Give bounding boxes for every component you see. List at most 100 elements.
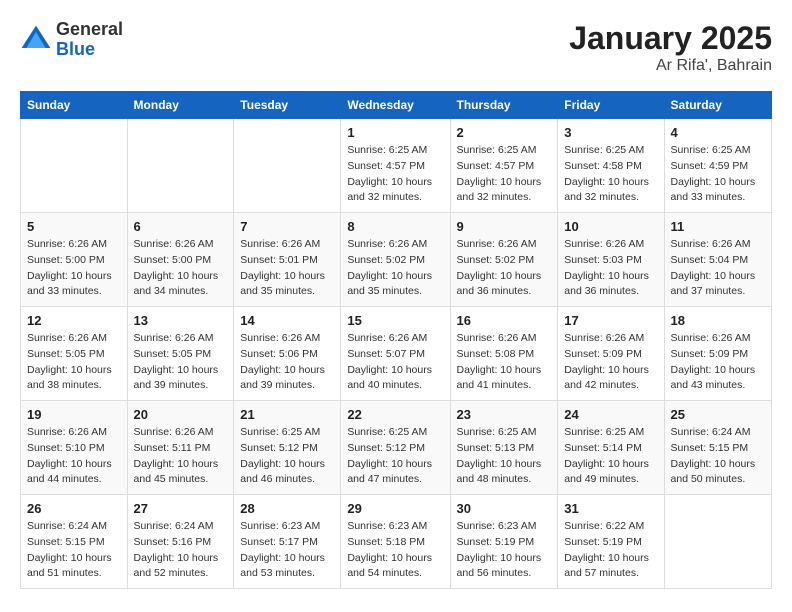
- day-info: Sunrise: 6:25 AM Sunset: 5:12 PM Dayligh…: [240, 425, 334, 488]
- table-row: 5 Sunrise: 6:26 AM Sunset: 5:00 PM Daylig…: [21, 213, 128, 307]
- day-number: 1: [347, 125, 443, 140]
- table-row: 10 Sunrise: 6:26 AM Sunset: 5:03 PM Dayli…: [558, 213, 664, 307]
- table-row: 9 Sunrise: 6:26 AM Sunset: 5:02 PM Daylig…: [450, 213, 558, 307]
- table-row: 3 Sunrise: 6:25 AM Sunset: 4:58 PM Daylig…: [558, 119, 664, 213]
- day-info: Sunrise: 6:24 AM Sunset: 5:15 PM Dayligh…: [671, 425, 765, 488]
- table-row: 26Sunrise: 6:24 AM Sunset: 5:15 PM Dayli…: [21, 495, 128, 589]
- day-info: Sunrise: 6:26 AM Sunset: 5:07 PM Dayligh…: [347, 331, 443, 394]
- day-info: Sunrise: 6:26 AM Sunset: 5:02 PM Dayligh…: [347, 237, 443, 300]
- table-row: 6 Sunrise: 6:26 AM Sunset: 5:00 PM Daylig…: [127, 213, 234, 307]
- logo-general: General: [56, 20, 123, 40]
- page-header: General Blue January 2025 Ar Rifa', Bahr…: [20, 20, 772, 75]
- table-row: 20 Sunrise: 6:26 AM Sunset: 5:11 PM Dayli…: [127, 401, 234, 495]
- day-number: 16: [457, 313, 552, 328]
- table-row: 25 Sunrise: 6:24 AM Sunset: 5:15 PM Dayli…: [664, 401, 771, 495]
- day-number: 25: [671, 407, 765, 422]
- day-info: Sunrise: 6:26 AM Sunset: 5:08 PM Dayligh…: [457, 331, 552, 394]
- calendar-header-row: Sunday Monday Tuesday Wednesday Thursday…: [21, 92, 772, 119]
- table-row: [664, 495, 771, 589]
- day-info: Sunrise: 6:26 AM Sunset: 5:02 PM Dayligh…: [457, 237, 552, 300]
- table-row: 8 Sunrise: 6:26 AM Sunset: 5:02 PM Daylig…: [341, 213, 450, 307]
- day-number: 12: [27, 313, 121, 328]
- calendar-week-row: 12 Sunrise: 6:26 AM Sunset: 5:05 PM Dayli…: [21, 307, 772, 401]
- day-number: 19: [27, 407, 121, 422]
- day-number: 3: [564, 125, 657, 140]
- day-number: 21: [240, 407, 334, 422]
- day-number: 29: [347, 501, 443, 516]
- day-number: 31: [564, 501, 657, 516]
- table-row: 21 Sunrise: 6:25 AM Sunset: 5:12 PM Dayli…: [234, 401, 341, 495]
- table-row: 2Sunrise: 6:25 AM Sunset: 4:57 PM Daylig…: [450, 119, 558, 213]
- day-info: Sunrise: 6:26 AM Sunset: 5:09 PM Dayligh…: [671, 331, 765, 394]
- col-wednesday: Wednesday: [341, 92, 450, 119]
- day-number: 15: [347, 313, 443, 328]
- day-info: Sunrise: 6:26 AM Sunset: 5:00 PM Dayligh…: [134, 237, 228, 300]
- table-row: 16 Sunrise: 6:26 AM Sunset: 5:08 PM Dayli…: [450, 307, 558, 401]
- table-row: 7Sunrise: 6:26 AM Sunset: 5:01 PM Daylig…: [234, 213, 341, 307]
- day-info: Sunrise: 6:25 AM Sunset: 4:58 PM Dayligh…: [564, 143, 657, 206]
- logo-icon: [20, 24, 52, 56]
- table-row: 18 Sunrise: 6:26 AM Sunset: 5:09 PM Dayli…: [664, 307, 771, 401]
- col-tuesday: Tuesday: [234, 92, 341, 119]
- day-info: Sunrise: 6:26 AM Sunset: 5:04 PM Dayligh…: [671, 237, 765, 300]
- table-row: 1 Sunrise: 6:25 AM Sunset: 4:57 PM Daylig…: [341, 119, 450, 213]
- day-info: Sunrise: 6:25 AM Sunset: 5:13 PM Dayligh…: [457, 425, 552, 488]
- table-row: 31 Sunrise: 6:22 AM Sunset: 5:19 PM Dayli…: [558, 495, 664, 589]
- table-row: 12Sunrise: 6:26 AM Sunset: 5:05 PM Dayli…: [21, 307, 128, 401]
- day-info: Sunrise: 6:24 AM Sunset: 5:16 PM Dayligh…: [134, 519, 228, 582]
- day-info: Sunrise: 6:22 AM Sunset: 5:19 PM Dayligh…: [564, 519, 657, 582]
- day-number: 30: [457, 501, 552, 516]
- day-number: 7: [240, 219, 334, 234]
- calendar-title: January 2025: [569, 20, 772, 57]
- day-info: Sunrise: 6:26 AM Sunset: 5:10 PM Dayligh…: [27, 425, 121, 488]
- day-number: 18: [671, 313, 765, 328]
- col-saturday: Saturday: [664, 92, 771, 119]
- day-info: Sunrise: 6:25 AM Sunset: 5:14 PM Dayligh…: [564, 425, 657, 488]
- table-row: 24 Sunrise: 6:25 AM Sunset: 5:14 PM Dayli…: [558, 401, 664, 495]
- table-row: 30 Sunrise: 6:23 AM Sunset: 5:19 PM Dayli…: [450, 495, 558, 589]
- day-number: 6: [134, 219, 228, 234]
- table-row: 19 Sunrise: 6:26 AM Sunset: 5:10 PM Dayli…: [21, 401, 128, 495]
- table-row: 27Sunrise: 6:24 AM Sunset: 5:16 PM Dayli…: [127, 495, 234, 589]
- day-number: 4: [671, 125, 765, 140]
- day-info: Sunrise: 6:26 AM Sunset: 5:11 PM Dayligh…: [134, 425, 228, 488]
- day-info: Sunrise: 6:25 AM Sunset: 4:57 PM Dayligh…: [347, 143, 443, 206]
- day-info: Sunrise: 6:26 AM Sunset: 5:00 PM Dayligh…: [27, 237, 121, 300]
- day-number: 24: [564, 407, 657, 422]
- col-monday: Monday: [127, 92, 234, 119]
- calendar-table: Sunday Monday Tuesday Wednesday Thursday…: [20, 91, 772, 589]
- table-row: 22 Sunrise: 6:25 AM Sunset: 5:12 PM Dayli…: [341, 401, 450, 495]
- day-number: 13: [134, 313, 228, 328]
- calendar-subtitle: Ar Rifa', Bahrain: [569, 57, 772, 75]
- day-info: Sunrise: 6:23 AM Sunset: 5:19 PM Dayligh…: [457, 519, 552, 582]
- calendar-week-row: 19 Sunrise: 6:26 AM Sunset: 5:10 PM Dayli…: [21, 401, 772, 495]
- table-row: 17Sunrise: 6:26 AM Sunset: 5:09 PM Dayli…: [558, 307, 664, 401]
- table-row: 15 Sunrise: 6:26 AM Sunset: 5:07 PM Dayli…: [341, 307, 450, 401]
- title-block: January 2025 Ar Rifa', Bahrain: [569, 20, 772, 75]
- table-row: 13 Sunrise: 6:26 AM Sunset: 5:05 PM Dayli…: [127, 307, 234, 401]
- day-number: 11: [671, 219, 765, 234]
- table-row: 28Sunrise: 6:23 AM Sunset: 5:17 PM Dayli…: [234, 495, 341, 589]
- logo-text: General Blue: [56, 20, 123, 60]
- day-number: 8: [347, 219, 443, 234]
- day-number: 20: [134, 407, 228, 422]
- day-number: 5: [27, 219, 121, 234]
- day-info: Sunrise: 6:25 AM Sunset: 5:12 PM Dayligh…: [347, 425, 443, 488]
- col-sunday: Sunday: [21, 92, 128, 119]
- day-number: 10: [564, 219, 657, 234]
- day-number: 26: [27, 501, 121, 516]
- table-row: 4Sunrise: 6:25 AM Sunset: 4:59 PM Daylig…: [664, 119, 771, 213]
- table-row: 11 Sunrise: 6:26 AM Sunset: 5:04 PM Dayli…: [664, 213, 771, 307]
- day-info: Sunrise: 6:23 AM Sunset: 5:17 PM Dayligh…: [240, 519, 334, 582]
- day-number: 22: [347, 407, 443, 422]
- calendar-week-row: 1 Sunrise: 6:25 AM Sunset: 4:57 PM Daylig…: [21, 119, 772, 213]
- day-number: 23: [457, 407, 552, 422]
- table-row: [234, 119, 341, 213]
- day-info: Sunrise: 6:26 AM Sunset: 5:05 PM Dayligh…: [134, 331, 228, 394]
- day-number: 9: [457, 219, 552, 234]
- table-row: 23 Sunrise: 6:25 AM Sunset: 5:13 PM Dayli…: [450, 401, 558, 495]
- day-number: 17: [564, 313, 657, 328]
- day-number: 14: [240, 313, 334, 328]
- day-info: Sunrise: 6:26 AM Sunset: 5:03 PM Dayligh…: [564, 237, 657, 300]
- col-thursday: Thursday: [450, 92, 558, 119]
